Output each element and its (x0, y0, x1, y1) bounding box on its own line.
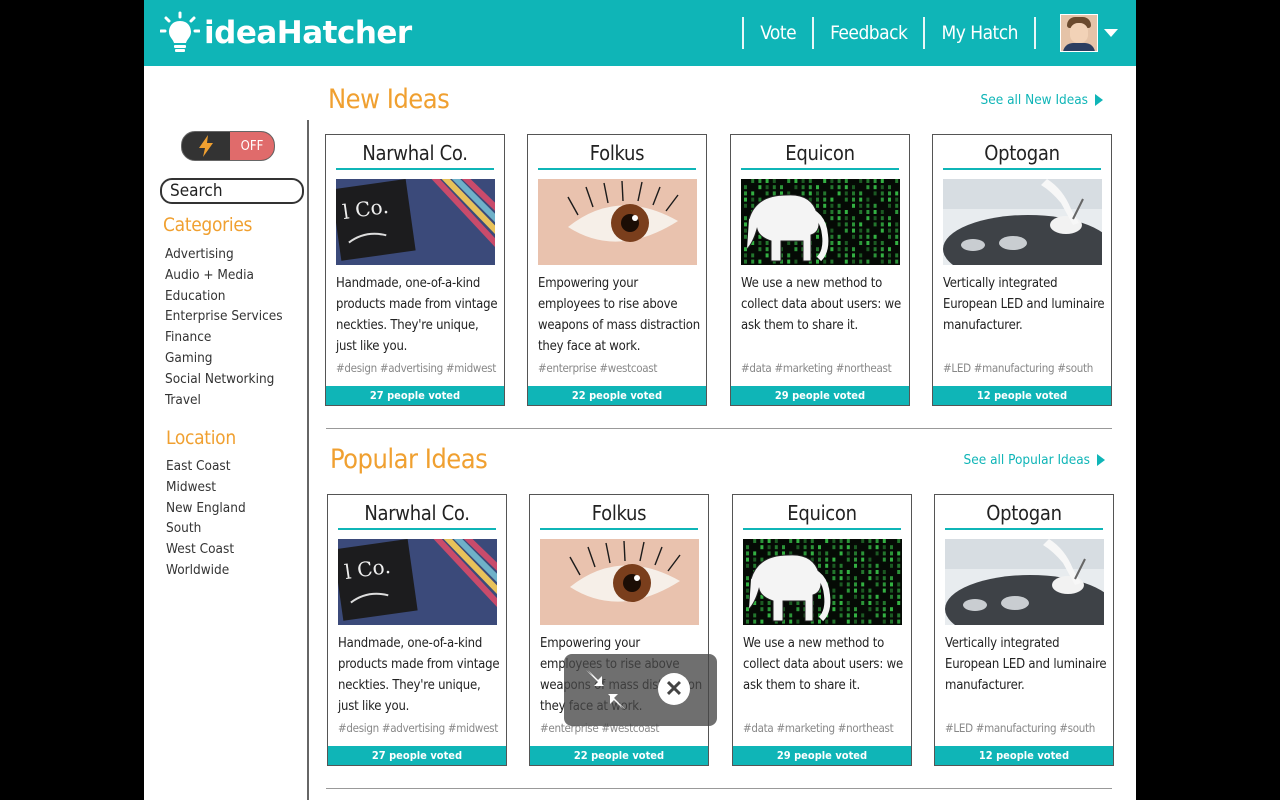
power-toggle[interactable]: OFF (181, 131, 275, 161)
sidebar-filter-item[interactable]: Social Networking (165, 369, 283, 390)
idea-card[interactable]: Narwhal Co. l Co. Handmade, one-of-a-kind … (327, 494, 507, 766)
card-tags: #LED #manufacturing #south (945, 721, 1096, 735)
sidebar-filter-item[interactable]: Education (165, 286, 283, 307)
user-avatar[interactable] (1060, 14, 1098, 52)
idea-card[interactable]: Equicon We use a new method to collect da… (732, 494, 912, 766)
sidebar-filter-item[interactable]: Gaming (165, 348, 283, 369)
idea-card[interactable]: Folkus Empowering your employees to rise … (527, 134, 707, 406)
idea-card[interactable]: Optogan Vertically integrated European LE… (932, 134, 1112, 406)
sidebar-filter-item[interactable]: East Coast (166, 456, 246, 477)
vote-count: 29 people voted (731, 386, 909, 405)
main-nav: Vote Feedback My Hatch (742, 0, 1118, 66)
toggle-label: OFF (230, 132, 274, 160)
section-divider (326, 428, 1112, 429)
nav-divider (812, 17, 815, 49)
card-image (741, 179, 900, 265)
card-title: Folkus (538, 141, 696, 170)
see-all-label: See all New Ideas (980, 92, 1088, 108)
card-title: Folkus (540, 501, 698, 530)
vote-count: 27 people voted (326, 386, 504, 405)
card-title: Equicon (743, 501, 901, 530)
media-overlay: ✕ (564, 654, 717, 726)
location-heading: Location (166, 427, 236, 449)
card-description: Vertically integrated European LED and l… (943, 276, 1105, 333)
card-title: Narwhal Co. (336, 141, 494, 170)
card-image (540, 539, 699, 625)
card-title: Narwhal Co. (338, 501, 496, 530)
exit-fullscreen-icon[interactable] (584, 668, 628, 712)
idea-card[interactable]: Equicon We use a new method to collect da… (730, 134, 910, 406)
card-tags: #data #marketing #northeast (741, 361, 892, 375)
sidebar-filter-item[interactable]: Worldwide (166, 560, 246, 581)
card-description: We use a new method to collect data abou… (743, 636, 903, 693)
categories-list: Advertising Audio + Media Education Enterpr… (165, 244, 283, 410)
card-image (743, 539, 902, 625)
close-icon[interactable]: ✕ (658, 673, 690, 705)
card-description: Empowering your employees to rise above … (538, 276, 700, 354)
sidebar-filter-item[interactable]: New England (166, 498, 246, 519)
sidebar-filter-item[interactable]: Enterprise Services (165, 306, 283, 327)
sidebar-filter-item[interactable]: Finance (165, 327, 283, 348)
nav-divider (1034, 17, 1036, 49)
nav-divider (923, 17, 926, 49)
see-all-new-ideas-link[interactable]: See all New Ideas (981, 92, 1103, 108)
sidebar-filter-item[interactable]: Audio + Media (165, 265, 283, 286)
sidebar-filter-item[interactable]: Midwest (166, 477, 246, 498)
card-description: Handmade, one-of-a-kind products made fr… (338, 636, 500, 714)
vote-count: 12 people voted (933, 386, 1111, 405)
card-image (945, 539, 1104, 625)
card-tags: #enterprise #westcoast (538, 361, 658, 375)
card-title: Optogan (945, 501, 1103, 530)
see-all-label: See all Popular Ideas (963, 452, 1090, 468)
arrow-right-icon (1097, 454, 1105, 466)
vote-count: 27 people voted (328, 746, 506, 765)
card-description: Vertically integrated European LED and l… (945, 636, 1107, 693)
brand-name: ideaHatcher (204, 15, 412, 51)
nav-my-hatch[interactable]: My Hatch (925, 22, 1034, 44)
sidebar-filter-item[interactable]: West Coast (166, 539, 246, 560)
logo[interactable]: ideaHatcher (160, 10, 412, 56)
sidebar-filter-item[interactable]: South (166, 518, 246, 539)
location-list: East Coast Midwest New England South West Co… (166, 456, 246, 581)
section-title-new-ideas: New Ideas (328, 84, 450, 115)
nav-feedback[interactable]: Feedback (814, 22, 923, 44)
card-title: Equicon (741, 141, 899, 170)
idea-card[interactable]: Narwhal Co. l Co. Handmade, one-of-a-kind … (325, 134, 505, 406)
card-image: l Co. (338, 539, 497, 625)
nav-vote[interactable]: Vote (744, 22, 812, 44)
card-image (538, 179, 697, 265)
categories-heading: Categories (163, 214, 253, 236)
top-bar: ideaHatcher Vote Feedback My Hatch (144, 0, 1136, 66)
sidebar-filter-item[interactable]: Advertising (165, 244, 283, 265)
sidebar-divider (307, 120, 309, 800)
vote-count: 29 people voted (733, 746, 911, 765)
vote-count: 22 people voted (530, 746, 708, 765)
card-description: We use a new method to collect data abou… (741, 276, 901, 333)
section-title-popular-ideas: Popular Ideas (330, 444, 488, 475)
see-all-popular-ideas-link[interactable]: See all Popular Ideas (964, 452, 1105, 468)
card-tags: #design #advertising #midwest (338, 721, 498, 735)
vote-count: 22 people voted (528, 386, 706, 405)
vote-count: 12 people voted (935, 746, 1113, 765)
sidebar-filter-item[interactable]: Travel (165, 390, 283, 411)
search-input[interactable] (160, 178, 304, 204)
card-tags: #data #marketing #northeast (743, 721, 894, 735)
arrow-right-icon (1095, 94, 1103, 106)
lightbulb-icon (160, 11, 200, 52)
nav-divider (742, 17, 745, 49)
card-description: Handmade, one-of-a-kind products made fr… (336, 276, 498, 354)
card-title: Optogan (943, 141, 1101, 170)
section-divider (326, 788, 1112, 789)
card-tags: #design #advertising #midwest (336, 361, 496, 375)
card-image: l Co. (336, 179, 495, 265)
caret-down-icon[interactable] (1104, 29, 1118, 37)
card-tags: #LED #manufacturing #south (943, 361, 1094, 375)
idea-card[interactable]: Optogan Vertically integrated European LE… (934, 494, 1114, 766)
card-image (943, 179, 1102, 265)
lightning-icon (182, 132, 230, 160)
